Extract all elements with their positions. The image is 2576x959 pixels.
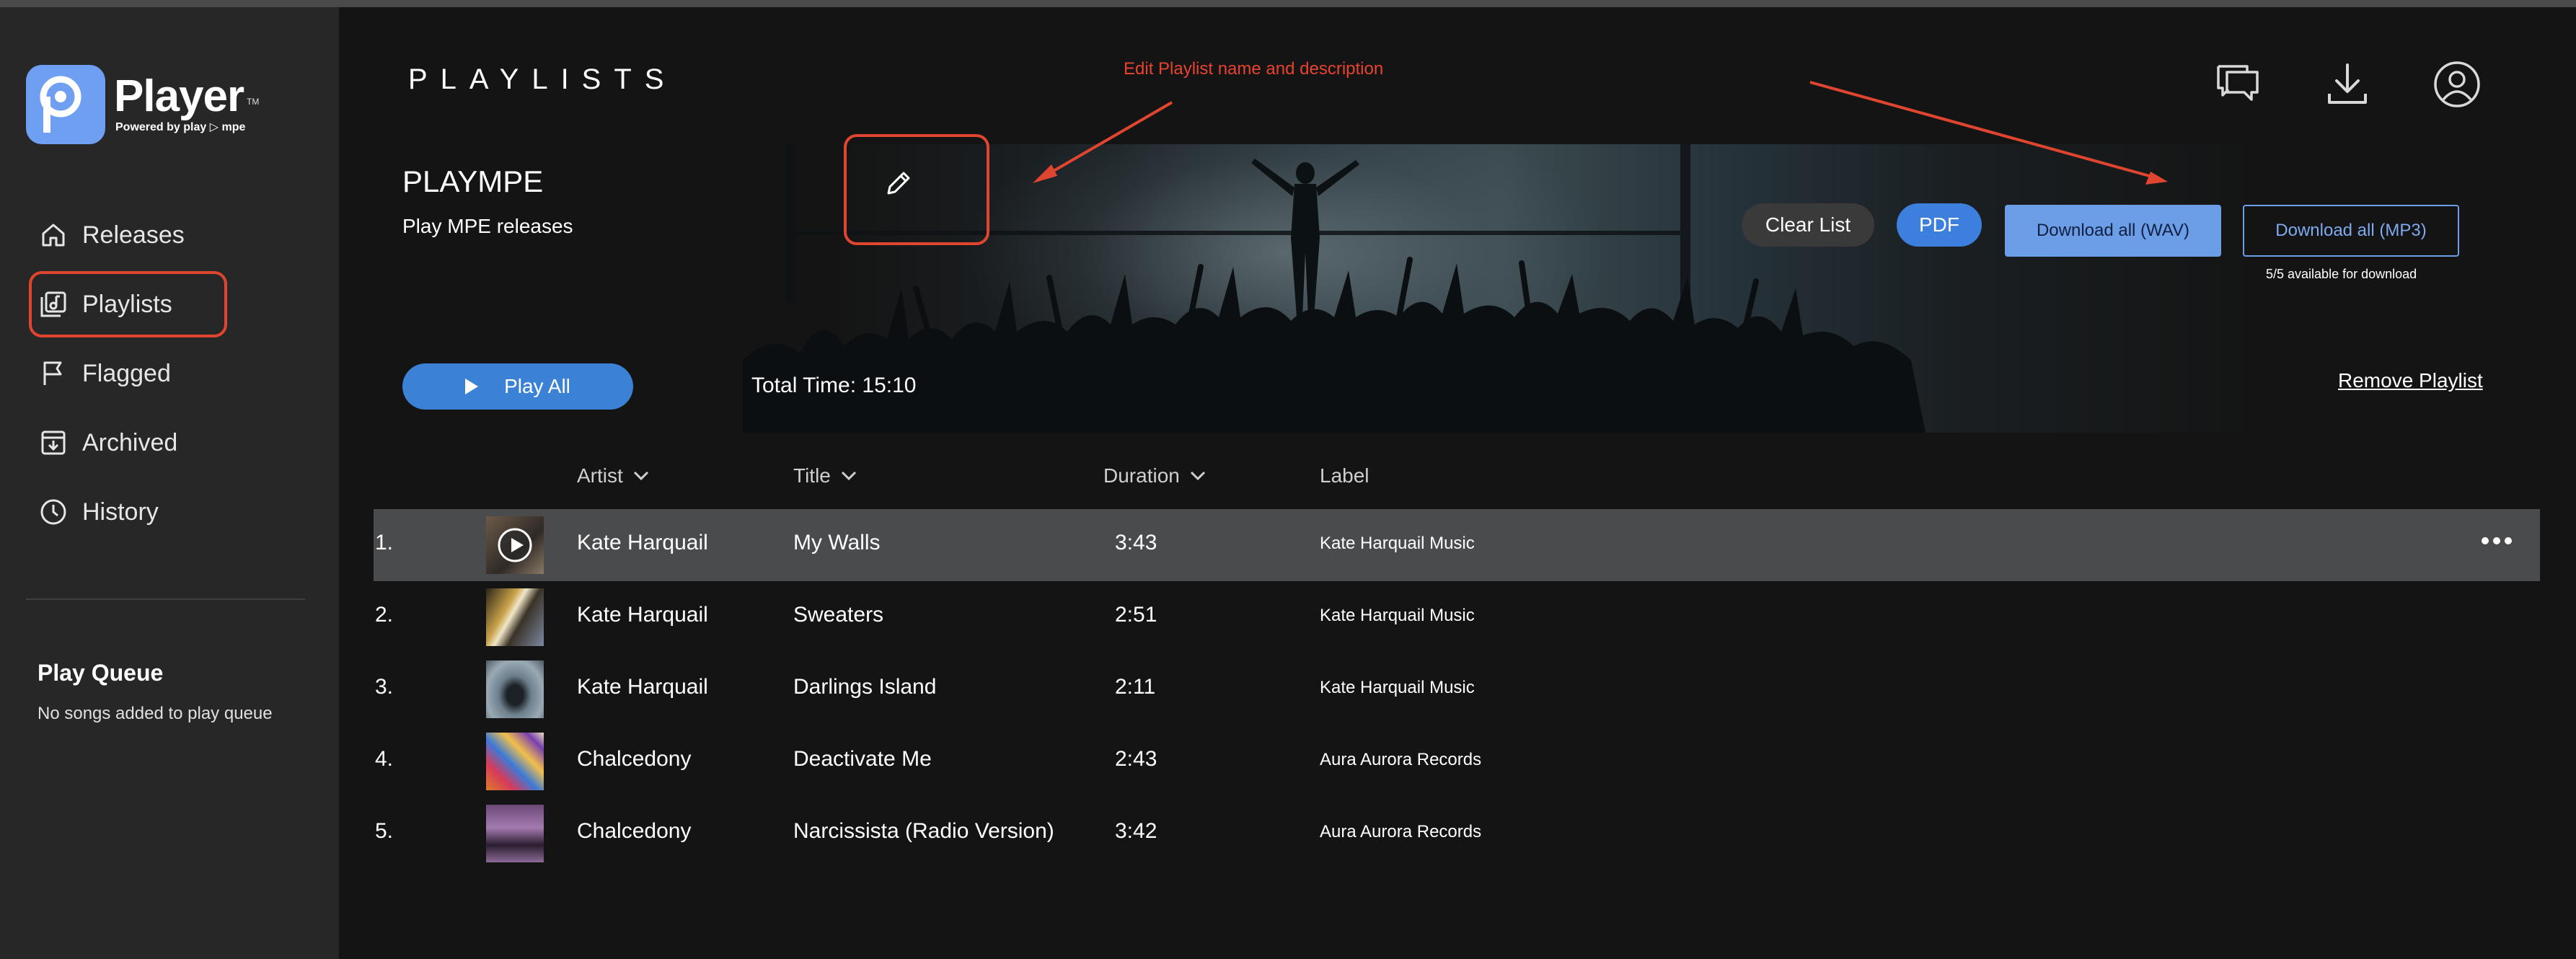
- playlist-icon: [40, 291, 66, 317]
- sidebar-item-archived[interactable]: Archived: [29, 410, 227, 476]
- flag-icon: [43, 361, 62, 385]
- more-options-icon[interactable]: [2479, 535, 2514, 547]
- column-header-label: Label: [1320, 464, 1369, 487]
- track-label: Kate Harquail Music: [1320, 606, 1475, 625]
- track-label: Aura Aurora Records: [1320, 822, 1482, 841]
- track-title[interactable]: Narcissista (Radio Version): [793, 819, 1054, 844]
- track-number: 4.: [375, 747, 394, 771]
- header-icons: [2213, 59, 2482, 110]
- home-icon: [42, 224, 65, 247]
- column-header-artist[interactable]: Artist: [577, 464, 649, 487]
- powered-by: Powered by play ▷ mpe: [115, 121, 246, 133]
- download-all-mp3-button[interactable]: Download all (MP3): [2243, 205, 2459, 257]
- column-header-duration[interactable]: Duration: [1103, 464, 1206, 487]
- app-name: Player: [114, 71, 244, 121]
- sidebar-item-playlists[interactable]: Playlists: [29, 271, 227, 337]
- app-trademark: TM: [247, 97, 260, 107]
- clear-list-button[interactable]: Clear List: [1742, 203, 1874, 247]
- table-header: Artist Title Duration Label: [339, 453, 2576, 503]
- track-number: 1.: [375, 531, 394, 554]
- table-row[interactable]: 3. Kate Harquail Darlings Island 2:11 Ka…: [374, 653, 2540, 725]
- track-artist[interactable]: Kate Harquail: [577, 531, 708, 555]
- column-header-label: Artist: [577, 464, 623, 487]
- track-duration: 2:43: [1115, 747, 1157, 771]
- track-duration: 3:43: [1115, 531, 1157, 554]
- track-title[interactable]: Darlings Island: [793, 675, 936, 699]
- sidebar-item-flagged[interactable]: Flagged: [29, 340, 227, 407]
- logo-mark-icon: [26, 65, 105, 144]
- track-title[interactable]: Sweaters: [793, 603, 883, 627]
- total-time: Total Time: 15:10: [751, 374, 917, 397]
- play-icon: [465, 379, 479, 394]
- column-header-title[interactable]: Title: [793, 464, 857, 487]
- pdf-button[interactable]: PDF: [1897, 203, 1982, 247]
- track-artwork[interactable]: [486, 588, 544, 646]
- chevron-down-icon: [1190, 471, 1205, 481]
- track-number: 5.: [375, 819, 394, 843]
- chevron-down-icon: [633, 471, 648, 481]
- sidebar-divider: [26, 598, 305, 600]
- download-availability: 5/5 available for download: [2266, 267, 2417, 281]
- playlist-description: Play MPE releases: [402, 215, 573, 237]
- user-icon[interactable]: [2432, 59, 2482, 110]
- app-logo[interactable]: Player TM Powered by play ▷ mpe: [26, 65, 264, 151]
- play-circle-icon[interactable]: [486, 516, 544, 574]
- sidebar-item-label: Playlists: [82, 290, 172, 318]
- column-header-label: Duration: [1103, 464, 1180, 487]
- archive-icon: [41, 430, 66, 455]
- track-artist[interactable]: Kate Harquail: [577, 603, 708, 627]
- sidebar-item-releases[interactable]: Releases: [29, 202, 227, 268]
- play-all-button[interactable]: Play All: [402, 363, 633, 410]
- clock-icon: [40, 499, 66, 525]
- download-icon[interactable]: [2322, 59, 2373, 110]
- sidebar-item-label: History: [82, 498, 159, 526]
- play-queue-empty-text: No songs added to play queue: [38, 704, 273, 723]
- track-label: Aura Aurora Records: [1320, 750, 1482, 769]
- track-duration: 2:51: [1115, 603, 1157, 627]
- main-content: PLAYLISTS Edit Playlist name and descrip…: [339, 7, 2576, 959]
- track-number: 3.: [375, 675, 394, 699]
- play-all-label: Play All: [504, 375, 570, 397]
- track-number: 2.: [375, 603, 394, 627]
- window-top-bar: [0, 0, 2576, 7]
- track-artwork[interactable]: [486, 733, 544, 790]
- playlist-name: PLAYMPE: [402, 164, 544, 198]
- track-artwork[interactable]: [486, 516, 544, 574]
- play-queue-title: Play Queue: [38, 660, 164, 686]
- column-header-label: Title: [793, 464, 831, 487]
- sidebar-item-label: Releases: [82, 221, 185, 249]
- track-artwork[interactable]: [486, 660, 544, 718]
- pencil-icon[interactable]: [883, 167, 914, 199]
- sidebar-item-history[interactable]: History: [29, 479, 227, 545]
- table-row[interactable]: 4. Chalcedony Deactivate Me 2:43 Aura Au…: [374, 725, 2540, 797]
- table-row[interactable]: 1. Kate Harquail My Walls 3:43 Kate Harq…: [374, 509, 2540, 581]
- table-row[interactable]: 5. Chalcedony Narcissista (Radio Version…: [374, 797, 2540, 870]
- annotation-edit-highlight: [844, 134, 989, 245]
- track-title[interactable]: Deactivate Me: [793, 747, 932, 772]
- track-label: Kate Harquail Music: [1320, 678, 1475, 697]
- track-duration: 2:11: [1115, 675, 1156, 699]
- track-artist[interactable]: Chalcedony: [577, 819, 691, 844]
- track-artwork[interactable]: [486, 805, 544, 862]
- sidebar-item-label: Flagged: [82, 359, 171, 387]
- remove-playlist-link[interactable]: Remove Playlist: [2338, 369, 2483, 392]
- track-artist[interactable]: Chalcedony: [577, 747, 691, 772]
- chevron-down-icon: [841, 471, 856, 481]
- download-all-wav-button[interactable]: Download all (WAV): [2005, 205, 2221, 257]
- table-row[interactable]: 2. Kate Harquail Sweaters 2:51 Kate Harq…: [374, 581, 2540, 653]
- track-title[interactable]: My Walls: [793, 531, 881, 555]
- track-duration: 3:42: [1115, 819, 1157, 843]
- chat-icon[interactable]: [2213, 59, 2263, 110]
- sidebar: Player TM Powered by play ▷ mpe Releases…: [0, 7, 339, 959]
- track-artist[interactable]: Kate Harquail: [577, 675, 708, 699]
- sidebar-item-label: Archived: [82, 428, 178, 456]
- track-label: Kate Harquail Music: [1320, 534, 1475, 553]
- annotation-arrows: [1033, 81, 2168, 185]
- column-header-label-col: Label: [1320, 464, 1369, 487]
